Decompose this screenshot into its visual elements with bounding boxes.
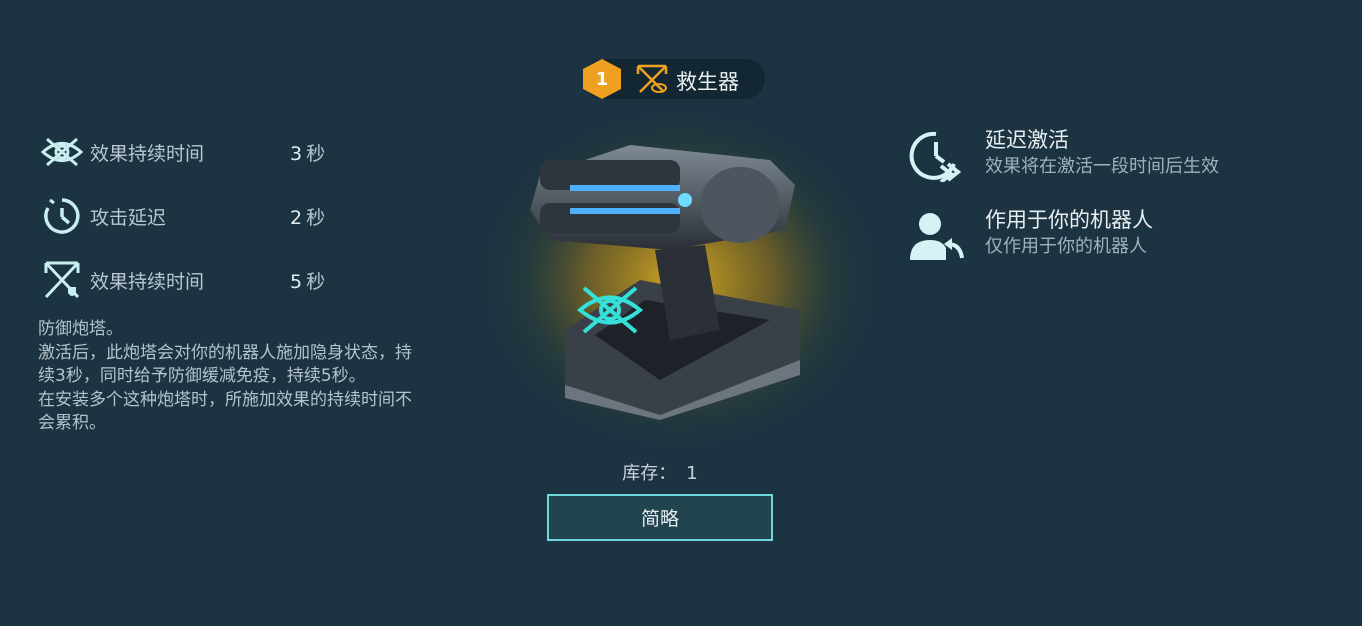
feature-title: 延迟激活 xyxy=(985,128,1069,152)
stat-value: 5秒 xyxy=(290,270,326,293)
brief-button[interactable]: 简略 xyxy=(547,494,773,541)
stat-label: 效果持续时间 xyxy=(90,270,205,293)
stat-row-effect-duration-2: 效果持续时间 5秒 xyxy=(40,258,340,302)
clock-delay-icon xyxy=(40,194,84,238)
stock-counter: 库存： 1 xyxy=(600,459,720,485)
feature-title: 作用于你的机器人 xyxy=(985,208,1153,232)
shield-disabled-icon xyxy=(635,63,669,95)
item-title-bar: 1 救生器 xyxy=(583,59,765,99)
item-description: 防御炮塔。 激活后，此炮塔会对你的机器人施加隐身状态，持续3秒，同时给予防御缓减… xyxy=(38,319,412,433)
delayed-activation-icon xyxy=(908,130,966,184)
stat-label: 攻击延迟 xyxy=(90,206,167,229)
stat-label: 效果持续时间 xyxy=(90,142,205,165)
feature-delayed-activation: 延迟激活 效果将在激活一段时间后生效 xyxy=(908,124,1328,184)
user-robot-icon xyxy=(908,210,966,262)
level-badge: 1 xyxy=(581,58,623,100)
stat-row-effect-duration: 效果持续时间 3秒 xyxy=(40,130,340,174)
shield-disabled-icon xyxy=(40,258,84,302)
feature-user-robot: 作用于你的机器人 仅作用于你的机器人 xyxy=(908,204,1328,264)
turret-image xyxy=(470,100,890,460)
invisible-eye-icon xyxy=(40,130,84,174)
stock-label: 库存： xyxy=(622,463,677,484)
stat-value: 3秒 xyxy=(290,142,326,165)
feature-subtitle: 仅作用于你的机器人 xyxy=(985,236,1147,257)
stock-value: 1 xyxy=(686,463,698,484)
feature-subtitle: 效果将在激活一段时间后生效 xyxy=(985,156,1219,177)
stat-value: 2秒 xyxy=(290,206,326,229)
stat-row-attack-delay: 攻击延迟 2秒 xyxy=(40,194,340,238)
item-title: 救生器 xyxy=(676,70,739,94)
